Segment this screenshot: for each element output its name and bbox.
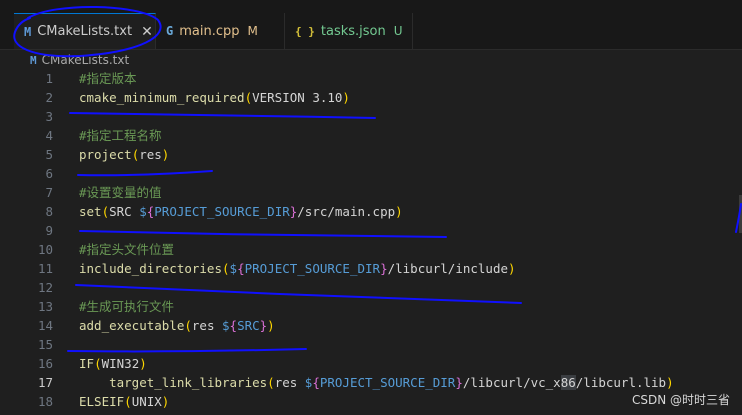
line-number: 5 bbox=[45, 147, 53, 162]
code-line: 8 set(SRC ${PROJECT_SOURCE_DIR}/src/main.… bbox=[0, 202, 742, 221]
code-line: 6 bbox=[0, 164, 742, 183]
code-line: 4 #指定工程名称 bbox=[0, 126, 742, 145]
tab-bar: M CMakeLists.txt ✕ G main.cpp M { } task… bbox=[0, 0, 742, 50]
line-number: 3 bbox=[45, 109, 53, 124]
line-number: 10 bbox=[37, 242, 53, 257]
line-number: 7 bbox=[45, 185, 53, 200]
tab-label: tasks.json bbox=[320, 23, 386, 39]
code-line: 5 project(res) bbox=[0, 145, 742, 164]
tab-main-cpp[interactable]: G main.cpp M bbox=[156, 13, 285, 49]
code-line: 18 ELSEIF(UNIX) bbox=[0, 392, 742, 411]
code-line: 7 #设置变量的值 bbox=[0, 183, 742, 202]
code-line: 14 add_executable(res ${SRC}) bbox=[0, 316, 742, 335]
code-line: 16 IF(WIN32) bbox=[0, 354, 742, 373]
line-number: 6 bbox=[45, 166, 53, 181]
line-number: 18 bbox=[37, 394, 53, 409]
code-line: 9 bbox=[0, 221, 742, 240]
cmake-file-icon: M bbox=[24, 24, 32, 39]
code-line: 1 #指定版本 bbox=[0, 69, 742, 88]
line-number: 17 bbox=[37, 375, 53, 390]
code-line: 17 target_link_libraries(res ${PROJECT_S… bbox=[0, 373, 742, 392]
code-line: 15 bbox=[0, 335, 742, 354]
tab-tasks-json[interactable]: { } tasks.json U bbox=[285, 13, 413, 49]
line-number: 12 bbox=[37, 280, 53, 295]
code-editor[interactable]: 1 #指定版本 2 cmake_minimum_required(VERSION 3… bbox=[0, 69, 742, 415]
modified-badge: M bbox=[247, 24, 258, 38]
line-number: 16 bbox=[37, 356, 53, 371]
close-icon[interactable]: ✕ bbox=[141, 24, 153, 40]
breadcrumb-item[interactable]: CMakeLists.txt bbox=[42, 53, 130, 67]
tab-label: main.cpp bbox=[179, 23, 240, 39]
line-number: 9 bbox=[45, 223, 53, 238]
line-number: 1 bbox=[45, 71, 53, 86]
line-number: 11 bbox=[37, 261, 53, 276]
line-number: 15 bbox=[37, 337, 53, 352]
code-line: 2 cmake_minimum_required(VERSION 3.10) bbox=[0, 88, 742, 107]
json-file-icon: { } bbox=[295, 24, 315, 38]
cmake-file-icon: M bbox=[30, 53, 37, 67]
watermark: CSDN @时时三省 bbox=[631, 393, 730, 407]
tab-cmakelists[interactable]: M CMakeLists.txt ✕ bbox=[14, 13, 156, 49]
cpp-file-icon: G bbox=[166, 24, 174, 38]
line-number: 4 bbox=[45, 128, 53, 143]
code-line: 3 bbox=[0, 107, 742, 126]
code-line: 13 #生成可执行文件 bbox=[0, 297, 742, 316]
untracked-badge: U bbox=[393, 24, 403, 38]
breadcrumb: M CMakeLists.txt bbox=[0, 50, 742, 70]
code-line: 10 #指定头文件位置 bbox=[0, 240, 742, 259]
line-number: 14 bbox=[37, 318, 53, 333]
code-line: 11 include_directories(${PROJECT_SOURCE_D… bbox=[0, 259, 742, 278]
tab-label: CMakeLists.txt bbox=[37, 24, 133, 39]
code-line: 12 bbox=[0, 278, 742, 297]
line-number: 8 bbox=[45, 204, 53, 219]
line-number: 13 bbox=[37, 299, 53, 314]
line-number: 2 bbox=[45, 90, 53, 105]
